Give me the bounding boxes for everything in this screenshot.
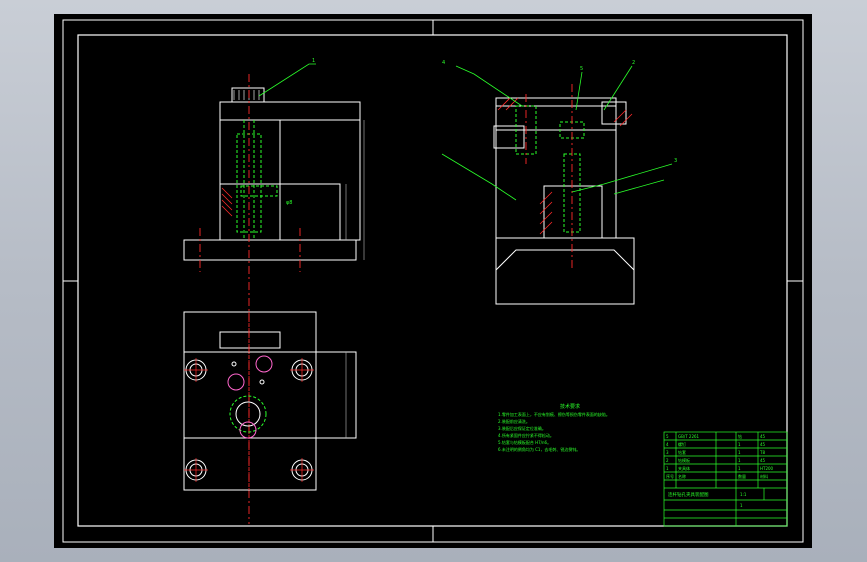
bom-cell: 45 bbox=[760, 442, 766, 447]
bom-cell: GB/T 2261 bbox=[678, 434, 700, 439]
bom-cell: 3 bbox=[666, 450, 669, 455]
bom-cell: 钻套 bbox=[678, 449, 686, 455]
bom-cell: 夹具体 bbox=[678, 465, 690, 471]
assembly-drawing: φ8 1 4 5 2 3 技术要求 1.零件加工表面上，不应有划痕、擦伤等损伤零… bbox=[62, 19, 804, 543]
tech-note-line: 6.未注明的倒角均为 C1，去毛刺、锐边倒钝。 bbox=[498, 446, 580, 452]
svg-text:φ8: φ8 bbox=[286, 200, 292, 206]
bom-cell: 螺钉 bbox=[678, 441, 686, 447]
tech-note-line: 3.装配后应保证定位准确。 bbox=[498, 425, 546, 431]
bom-cell: 1 bbox=[738, 442, 741, 447]
section-leader-label: 2 bbox=[632, 60, 635, 66]
title-block-text: 5 GB/T 2261 钻 45 4 螺钉 1 45 3 钻套 1 T8 2 钻… bbox=[666, 433, 774, 508]
bom-cell: 45 bbox=[760, 458, 766, 463]
section-leader-label: 3 bbox=[674, 158, 677, 164]
bom-cell: 1 bbox=[738, 458, 741, 463]
bom-cell: 钻模板 bbox=[678, 457, 690, 463]
drawing-title: 连杆钻孔夹具装配图 bbox=[668, 491, 709, 498]
bom-cell: 4 bbox=[666, 442, 669, 447]
drawing-sheet: 1 bbox=[740, 503, 743, 508]
bom-cell: 1 bbox=[738, 466, 741, 471]
bom-cell: 1 bbox=[666, 466, 669, 471]
bom-cell: 名称 bbox=[678, 473, 686, 479]
bom-cell: 数量 bbox=[738, 473, 746, 479]
front-view: φ8 1 bbox=[183, 58, 365, 524]
bom-cell: HT200 bbox=[760, 466, 774, 471]
front-leader-label: 1 bbox=[312, 58, 315, 64]
tech-notes-title: 技术要求 bbox=[560, 403, 580, 410]
bom-cell: 2 bbox=[666, 458, 669, 463]
tech-note-line: 1.零件加工表面上，不应有划痕、擦伤等损伤零件表面的缺陷。 bbox=[498, 411, 610, 417]
tech-notes: 技术要求 1.零件加工表面上，不应有划痕、擦伤等损伤零件表面的缺陷。 2.装配前… bbox=[498, 403, 610, 452]
bom-cell: 45 bbox=[760, 434, 766, 439]
bom-cell: 5 bbox=[666, 434, 669, 439]
bom-cell: T8 bbox=[759, 450, 765, 455]
bom-cell: 钻 bbox=[738, 433, 742, 439]
bom-cell: 材料 bbox=[760, 473, 768, 479]
tech-note-line: 4.所有紧固件应拧紧不得松动。 bbox=[498, 432, 554, 438]
bom-cell: 序号 bbox=[666, 473, 674, 479]
tech-note-line: 2.装配前应清洗。 bbox=[498, 418, 530, 424]
section-view: 4 5 2 3 bbox=[441, 60, 677, 305]
section-leader-label: 4 bbox=[442, 60, 445, 66]
cad-viewport[interactable]: φ8 1 4 5 2 3 技术要求 1.零件加工表面上，不应有划痕、擦伤等损伤零… bbox=[54, 14, 812, 548]
bom-cell: 1 bbox=[738, 450, 741, 455]
section-leader-label: 5 bbox=[580, 66, 583, 72]
drawing-scale: 1:1 bbox=[740, 492, 747, 497]
top-view bbox=[183, 311, 357, 491]
tech-note-line: 5.钻套与钻模板配合 H7/n6。 bbox=[498, 439, 551, 445]
